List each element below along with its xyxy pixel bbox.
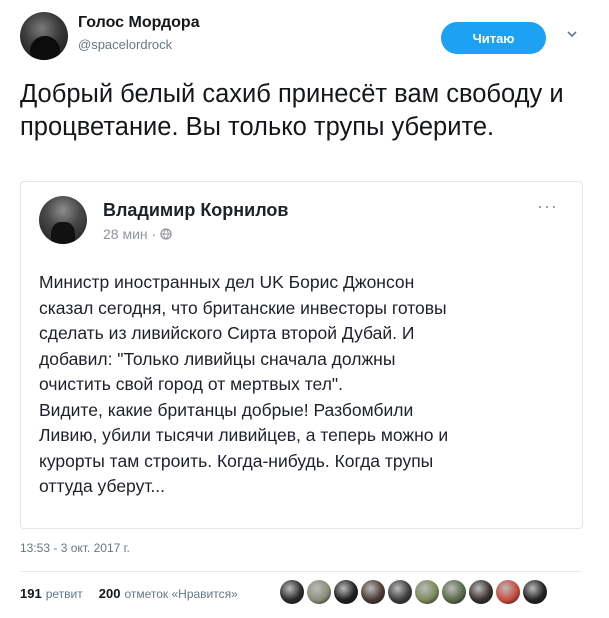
likes-label[interactable]: отметок «Нравится» — [124, 587, 237, 601]
embedded-time-text: 28 мин · — [103, 226, 161, 242]
liker-avatar[interactable] — [469, 580, 493, 604]
author-handle[interactable]: @spacelordrock — [78, 37, 172, 52]
follow-button[interactable]: Читаю — [441, 22, 546, 54]
author-avatar[interactable] — [20, 12, 68, 60]
likers-avatars — [280, 580, 547, 604]
embedded-author-name: Владимир Корнилов — [103, 200, 289, 220]
retweets-count[interactable]: 191 — [20, 586, 42, 601]
likes-count[interactable]: 200 — [99, 586, 121, 601]
embedded-post-body: Министр иностранных дел UK Борис Джонсон… — [39, 272, 449, 496]
author-name[interactable]: Голос Мордора — [78, 14, 200, 32]
tweet-stats: 191 ретвит 200 отметок «Нравится» — [20, 586, 238, 601]
liker-avatar[interactable] — [280, 580, 304, 604]
liker-avatar[interactable] — [388, 580, 412, 604]
liker-avatar[interactable] — [334, 580, 358, 604]
globe-icon — [160, 226, 172, 242]
retweets-label[interactable]: ретвит — [46, 587, 83, 601]
tweet-text: Добрый белый сахиб принесёт вам свободу … — [20, 80, 564, 141]
embedded-post-time: 28 мин · — [103, 226, 172, 242]
embedded-menu-dots: ··· — [537, 196, 558, 216]
liker-avatar[interactable] — [442, 580, 466, 604]
tweet-timestamp[interactable]: 13:53 - 3 окт. 2017 г. — [20, 541, 130, 555]
divider — [20, 571, 581, 572]
liker-avatar[interactable] — [415, 580, 439, 604]
embedded-image-card[interactable]: Владимир Корнилов 28 мин · ··· Министр и… — [20, 181, 583, 529]
liker-avatar[interactable] — [496, 580, 520, 604]
chevron-down-icon[interactable] — [565, 27, 579, 41]
liker-avatar[interactable] — [307, 580, 331, 604]
liker-avatar[interactable] — [361, 580, 385, 604]
liker-avatar[interactable] — [523, 580, 547, 604]
embedded-author-avatar — [39, 196, 87, 244]
